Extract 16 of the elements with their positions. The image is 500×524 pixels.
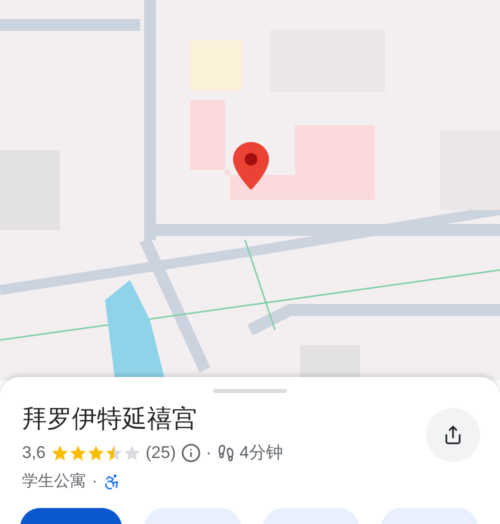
place-category: 学生公寓 xyxy=(22,472,86,492)
star-icon xyxy=(86,444,105,462)
separator: · xyxy=(206,442,212,464)
rating-value: 3,6 xyxy=(22,442,46,464)
star-icon xyxy=(68,444,87,462)
walk-time: 4分钟 xyxy=(240,442,284,464)
star-icon xyxy=(104,444,123,462)
separator: · xyxy=(92,472,98,492)
place-title: 拜罗伊特延禧宫 xyxy=(22,404,198,435)
star-icon xyxy=(122,444,141,462)
review-count: (25) xyxy=(146,442,176,464)
share-icon xyxy=(443,425,463,445)
star-icon xyxy=(50,444,69,462)
map-pin-icon xyxy=(233,142,269,190)
drag-handle[interactable] xyxy=(213,389,287,393)
info-icon[interactable] xyxy=(180,442,201,463)
